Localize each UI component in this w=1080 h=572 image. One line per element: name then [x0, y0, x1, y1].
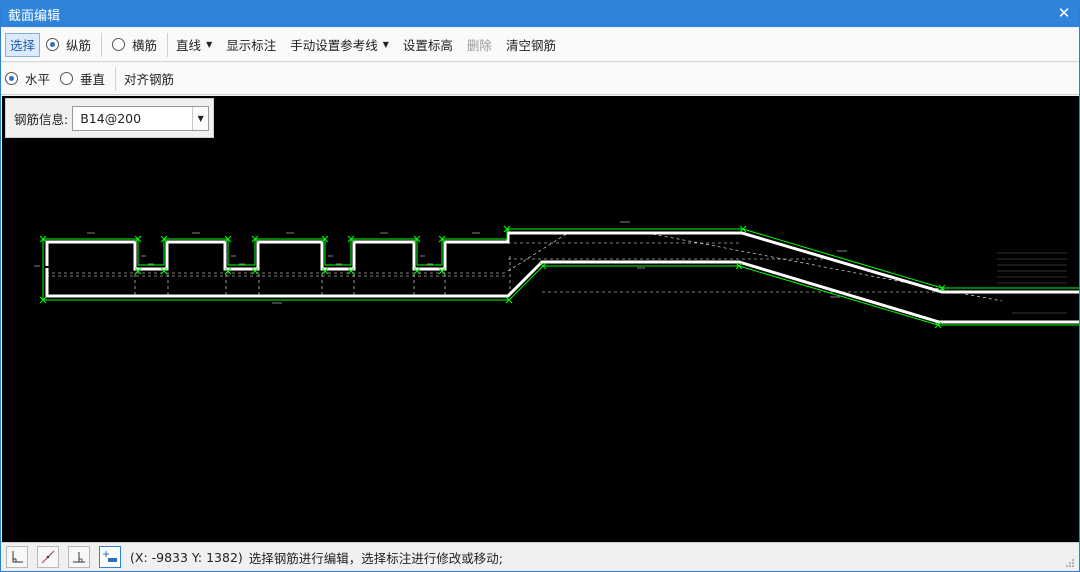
radio-horizontal[interactable]: 水平: [5, 67, 50, 91]
cursor-coordinates: (X: -9833 Y: 1382): [130, 549, 243, 565]
toolbar-divider: [115, 66, 117, 91]
rebar-info-value: B14@200: [80, 110, 142, 126]
main-toolbar: 选择 纵筋 横筋 直线 ▼ 显示标注 手动设置参考线 ▼ 设置标高 删除 清空钢…: [1, 28, 1079, 62]
angle-mode-button[interactable]: [37, 546, 59, 568]
line-dropdown-button[interactable]: 直线 ▼: [172, 33, 216, 57]
status-bar: (X: -9833 Y: 1382) 选择钢筋进行编辑，选择标注进行修改或移动;: [1, 542, 1079, 571]
alignment-toolbar: 水平 垂直 对齐钢筋: [1, 63, 1079, 95]
section-drawing[interactable]: [2, 96, 1079, 542]
select-button[interactable]: 选择: [5, 32, 41, 57]
add-annotation-mode-button[interactable]: [99, 546, 121, 568]
orthogonal-icon: [12, 551, 23, 563]
toolbar-divider: [167, 32, 169, 57]
resize-grip-icon[interactable]: [1065, 558, 1075, 568]
title-bar: 截面编辑 ✕: [1, 1, 1079, 27]
align-rebar-button[interactable]: 对齐钢筋: [120, 67, 178, 91]
rebar-info-label: 钢筋信息:: [14, 111, 69, 127]
rebar-info-panel: 钢筋信息: B14@200 ▼: [5, 98, 214, 138]
radio-horizontal-indicator: [5, 72, 18, 85]
chevron-down-icon[interactable]: ▼: [192, 106, 209, 130]
delete-button[interactable]: 删除: [463, 33, 496, 57]
radio-vertical[interactable]: 垂直: [60, 67, 105, 91]
perpendicular-icon: [73, 552, 85, 563]
set-elevation-button[interactable]: 设置标高: [399, 33, 457, 57]
radio-transverse[interactable]: 横筋: [112, 33, 157, 57]
close-icon[interactable]: ✕: [1055, 4, 1073, 22]
offscreen-annotations: [997, 252, 1067, 314]
radio-longitudinal[interactable]: 纵筋: [46, 33, 91, 57]
orthogonal-mode-button[interactable]: [6, 546, 28, 568]
drawing-canvas[interactable]: 钢筋信息: B14@200 ▼: [2, 96, 1079, 542]
chevron-down-icon: ▼: [382, 40, 389, 49]
manual-ref-line-dropdown-button[interactable]: 手动设置参考线 ▼: [286, 33, 393, 57]
section-edit-window: 截面编辑 ✕ 选择 纵筋 横筋 直线 ▼ 显示标注 手动设置参考线 ▼ 设置标高…: [0, 0, 1080, 572]
radio-longitudinal-label: 纵筋: [66, 38, 92, 53]
angle-icon: [41, 550, 55, 564]
line-label: 直线: [176, 38, 202, 53]
manual-ref-line-label: 手动设置参考线: [290, 38, 378, 53]
radio-longitudinal-indicator: [46, 38, 60, 51]
status-message: 选择钢筋进行编辑，选择标注进行修改或移动;: [248, 550, 503, 566]
rebar-info-combobox[interactable]: B14@200 ▼: [72, 105, 210, 131]
radio-transverse-indicator: [112, 38, 126, 51]
perpendicular-mode-button[interactable]: [68, 546, 90, 568]
clear-rebar-button[interactable]: 清空钢筋: [502, 33, 560, 57]
add-annotation-icon: [103, 551, 117, 562]
rebar-lines[interactable]: [45, 231, 1079, 324]
toolbar-divider: [101, 32, 103, 57]
radio-transverse-label: 横筋: [132, 38, 158, 53]
radio-vertical-indicator: [60, 72, 74, 85]
radio-vertical-label: 垂直: [80, 72, 106, 87]
window-title: 截面编辑: [8, 8, 61, 24]
radio-horizontal-label: 水平: [25, 72, 51, 87]
show-annotation-button[interactable]: 显示标注: [222, 33, 280, 57]
chevron-down-icon: ▼: [206, 40, 213, 49]
